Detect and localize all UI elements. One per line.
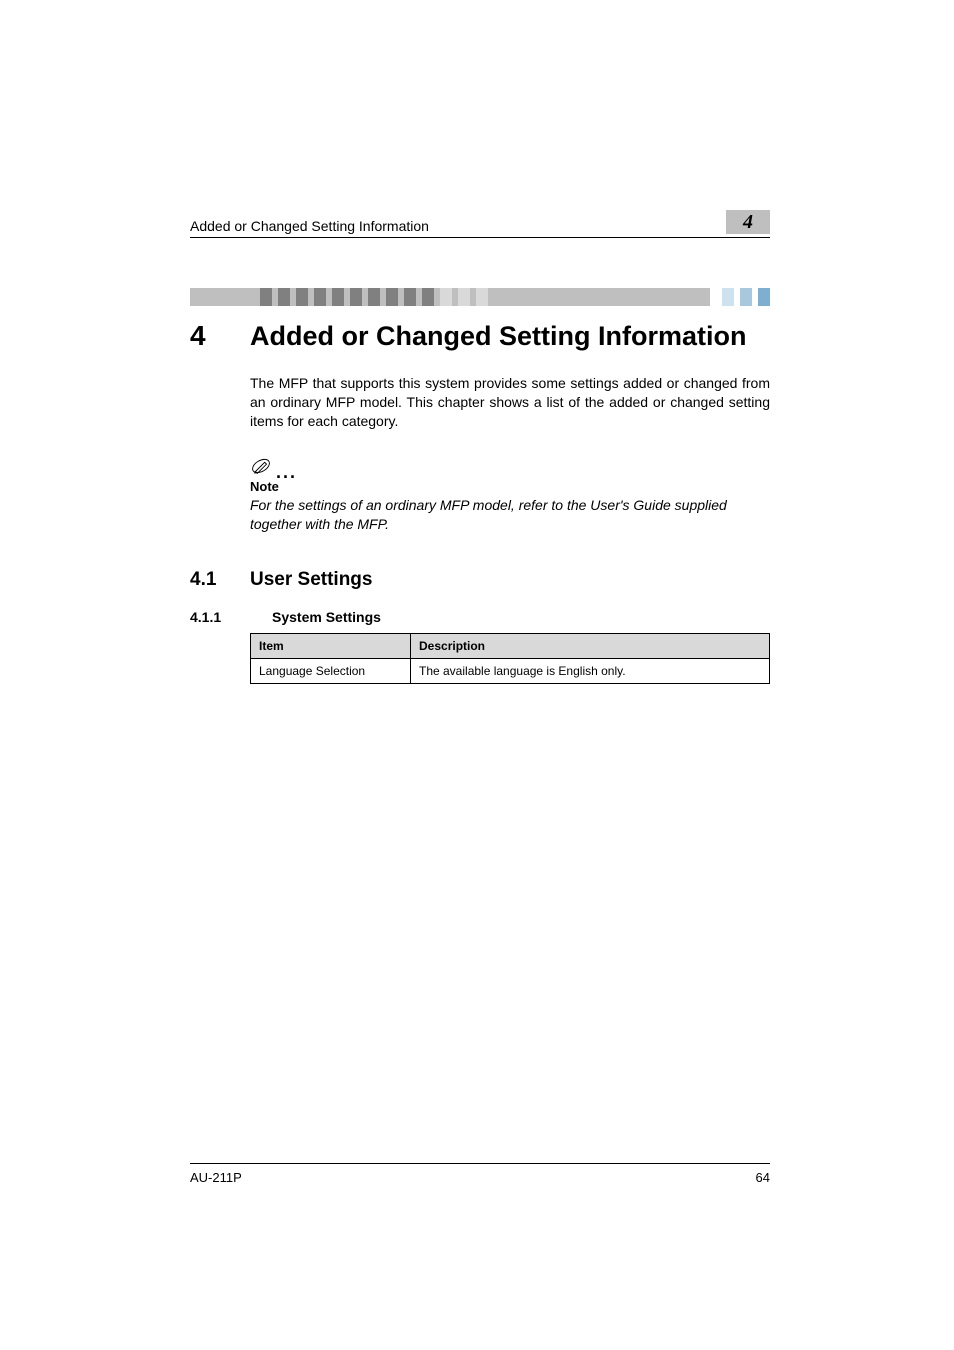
intro-paragraph: The MFP that supports this system provid… xyxy=(250,374,770,431)
running-title: Added or Changed Setting Information xyxy=(190,218,429,234)
note-dots-icon: ... xyxy=(276,467,297,477)
footer-row: AU-211P 64 xyxy=(190,1170,770,1185)
subsection-title: System Settings xyxy=(250,609,381,625)
subsection-number: 4.1.1 xyxy=(190,609,250,625)
footer-model: AU-211P xyxy=(190,1170,242,1185)
stripe-background xyxy=(190,288,710,306)
stripe-accent-boxes xyxy=(716,288,770,306)
subsection-heading: 4.1.1 System Settings xyxy=(190,609,770,625)
page: Added or Changed Setting Information 4 4… xyxy=(0,0,954,1350)
stripe-dark-boxes xyxy=(260,288,488,306)
footer-rule xyxy=(190,1163,770,1164)
table-header-description: Description xyxy=(411,634,770,659)
table-header-row: Item Description xyxy=(251,634,770,659)
table-cell-item: Language Selection xyxy=(251,659,411,684)
chapter-number-badge: 4 xyxy=(726,210,770,234)
chapter-title: Added or Changed Setting Information xyxy=(250,321,746,352)
note-heading: Note xyxy=(250,479,770,494)
table-row: Language Selection The available languag… xyxy=(251,659,770,684)
table-header-item: Item xyxy=(251,634,411,659)
settings-table: Item Description Language Selection The … xyxy=(250,633,770,684)
note-icon-row: ... xyxy=(250,455,770,477)
section-heading: 4.1 User Settings xyxy=(190,569,770,591)
header-rule xyxy=(190,237,770,238)
footer-page-number: 64 xyxy=(756,1170,770,1185)
chapter-heading: 4 Added or Changed Setting Information xyxy=(190,320,770,352)
running-header: Added or Changed Setting Information 4 xyxy=(190,210,770,234)
section-number: 4.1 xyxy=(190,569,250,591)
chapter-number: 4 xyxy=(190,320,250,352)
note-body: For the settings of an ordinary MFP mode… xyxy=(250,496,770,534)
section-title: User Settings xyxy=(250,569,372,591)
footer: AU-211P 64 xyxy=(190,1163,770,1185)
content-area: Added or Changed Setting Information 4 4… xyxy=(190,210,770,684)
pencil-icon xyxy=(250,455,272,477)
table-cell-description: The available language is English only. xyxy=(411,659,770,684)
decorative-stripe xyxy=(190,288,770,306)
